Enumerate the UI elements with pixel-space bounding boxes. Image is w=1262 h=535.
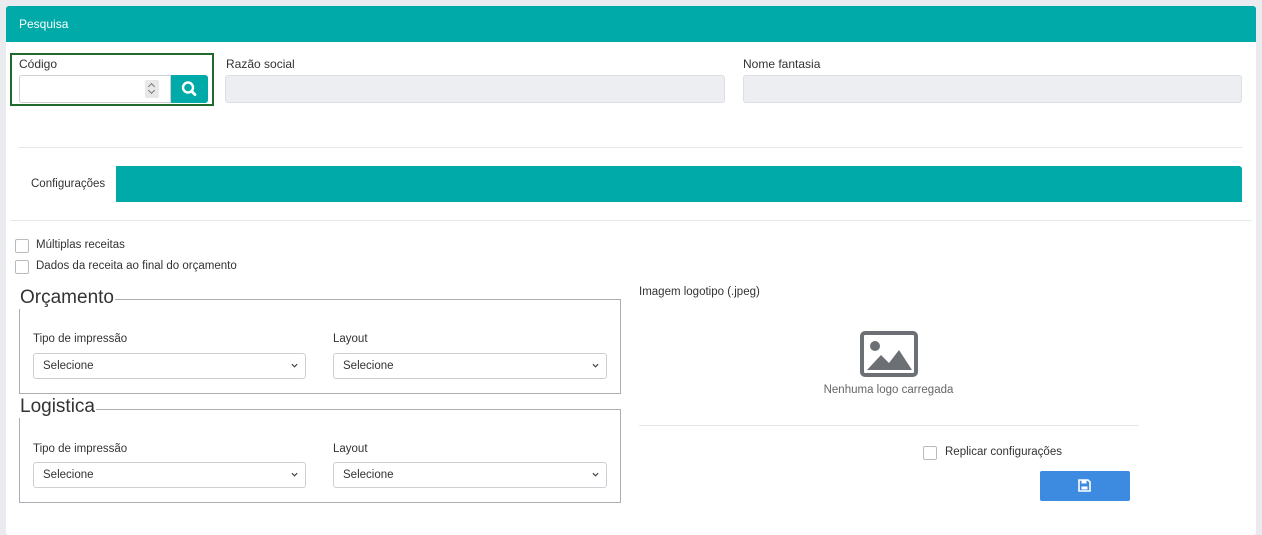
divider <box>18 147 1242 148</box>
orcamento-layout-value: Selecione <box>343 360 394 372</box>
logistica-tipo-value: Selecione <box>43 469 94 481</box>
chevron-down-icon <box>592 472 599 477</box>
nome-fantasia-field <box>743 75 1242 103</box>
dados-receita-checkbox[interactable] <box>15 260 29 274</box>
orcamento-layout-select[interactable]: Selecione <box>333 353 607 379</box>
panel-header: Pesquisa <box>6 6 1256 42</box>
multiplas-receitas-checkbox[interactable] <box>15 239 29 253</box>
logistica-legend: Logistica <box>19 396 96 418</box>
tab-bar: Configurações <box>18 166 1242 202</box>
codigo-stepper[interactable] <box>145 80 159 98</box>
logo-label: Imagem logotipo (.jpeg) <box>639 286 760 298</box>
nome-fantasia-label: Nome fantasia <box>743 57 821 71</box>
tab-configuracoes-label: Configurações <box>31 178 106 190</box>
search-button[interactable] <box>171 75 208 103</box>
image-icon <box>860 331 918 377</box>
logistica-layout-select[interactable]: Selecione <box>333 462 607 488</box>
divider <box>639 425 1139 426</box>
razao-social-field <box>225 75 725 103</box>
logistica-fieldset <box>19 409 621 503</box>
chevron-down-icon <box>291 363 298 368</box>
orcamento-legend: Orçamento <box>19 287 115 309</box>
logistica-layout-value: Selecione <box>343 469 394 481</box>
chevron-down-icon <box>592 363 599 368</box>
logistica-tipo-label: Tipo de impressão <box>33 443 128 455</box>
search-panel: Pesquisa Código Razão social Nome fantas… <box>6 6 1256 535</box>
orcamento-layout-label: Layout <box>333 333 368 345</box>
dados-receita-label: Dados da receita ao final do orçamento <box>36 260 237 272</box>
orcamento-tipo-select[interactable]: Selecione <box>33 353 306 379</box>
logo-upload-area[interactable]: Nenhuma logo carregada <box>806 324 971 404</box>
search-icon <box>181 81 197 97</box>
tab-configuracoes[interactable]: Configurações <box>18 166 116 202</box>
replicar-checkbox[interactable] <box>923 446 937 460</box>
chevron-down-icon <box>291 472 298 477</box>
codigo-label: Código <box>19 57 58 71</box>
razao-social-label: Razão social <box>226 57 295 71</box>
panel-title: Pesquisa <box>19 17 69 31</box>
orcamento-tipo-value: Selecione <box>43 360 94 372</box>
logistica-layout-label: Layout <box>333 443 368 455</box>
replicar-label: Replicar configurações <box>945 446 1062 458</box>
multiplas-receitas-label: Múltiplas receitas <box>36 239 125 251</box>
orcamento-tipo-label: Tipo de impressão <box>33 333 128 345</box>
logistica-tipo-select[interactable]: Selecione <box>33 462 306 488</box>
orcamento-fieldset <box>19 299 621 394</box>
no-logo-text: Nenhuma logo carregada <box>823 384 954 396</box>
divider <box>10 220 1252 221</box>
save-button[interactable] <box>1040 471 1130 501</box>
save-icon <box>1078 479 1091 492</box>
